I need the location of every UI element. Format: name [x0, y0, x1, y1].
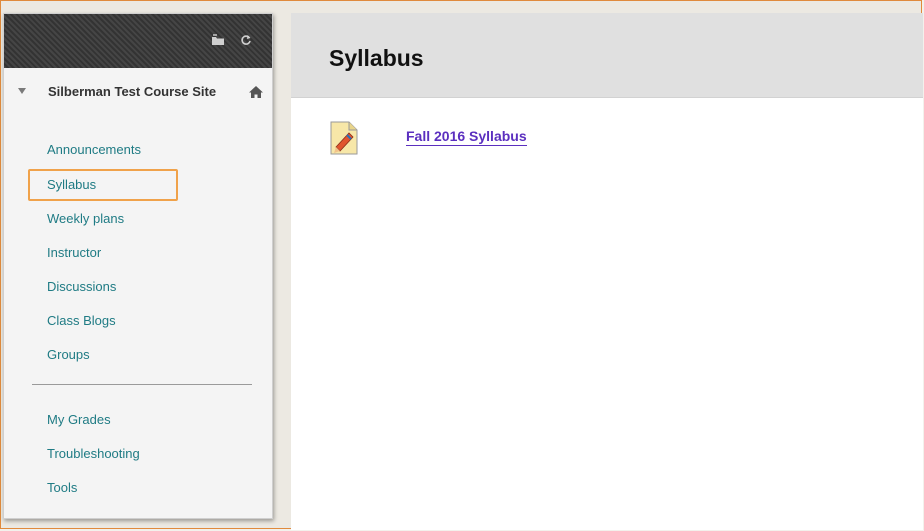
- content-area: Syllabus Fall 2016 Syllabus: [291, 13, 923, 530]
- refresh-icon[interactable]: [238, 32, 254, 48]
- nav-item-troubleshooting[interactable]: Troubleshooting: [47, 446, 140, 462]
- file-attachment-icon: [329, 120, 359, 156]
- nav-item-syllabus[interactable]: Syllabus: [47, 177, 96, 193]
- app-frame: Silberman Test Course Site Announcements…: [0, 0, 923, 530]
- page-title: Syllabus: [329, 45, 424, 71]
- nav-item-instructor[interactable]: Instructor: [47, 245, 101, 261]
- collapse-triangle-icon[interactable]: [18, 88, 26, 94]
- nav-item-my-grades[interactable]: My Grades: [47, 412, 111, 428]
- nav-item-groups[interactable]: Groups: [47, 347, 90, 363]
- nav-item-weekly-plans[interactable]: Weekly plans: [47, 211, 124, 227]
- course-title[interactable]: Silberman Test Course Site: [48, 84, 223, 100]
- page-header: Syllabus: [291, 13, 923, 98]
- nav-item-discussions[interactable]: Discussions: [47, 279, 116, 295]
- folder-icon[interactable]: [210, 32, 226, 48]
- syllabus-file-link[interactable]: Fall 2016 Syllabus: [406, 128, 527, 146]
- course-menu-sidebar: Silberman Test Course Site Announcements…: [3, 13, 273, 519]
- nav-item-announcements[interactable]: Announcements: [47, 142, 141, 158]
- home-icon[interactable]: [248, 85, 264, 99]
- sidebar-toolbar: [4, 14, 272, 68]
- nav-divider: [32, 384, 252, 385]
- nav-item-class-blogs[interactable]: Class Blogs: [47, 313, 116, 329]
- nav-item-tools[interactable]: Tools: [47, 480, 77, 496]
